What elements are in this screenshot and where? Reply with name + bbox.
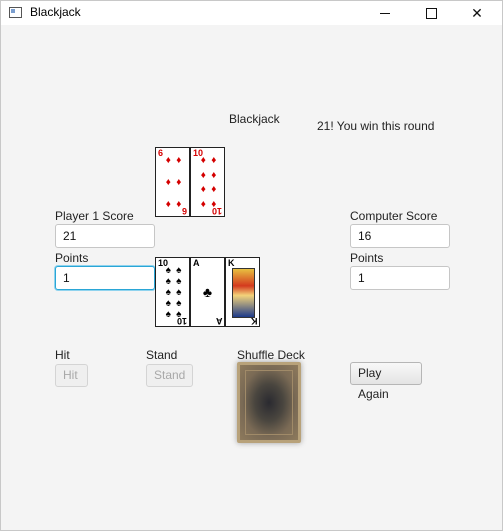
computer-points-field[interactable]: 1 — [350, 266, 450, 290]
pip-icon: ♠ — [165, 287, 171, 298]
stand-button[interactable]: Stand — [146, 364, 193, 387]
card-rank: K — [250, 316, 258, 326]
pip-icon: ♦ — [211, 184, 217, 196]
card-rank: K — [228, 258, 235, 268]
pip-icon: ♠ — [176, 265, 182, 276]
computer-score-label: Computer Score — [350, 209, 438, 223]
stand-label: Stand — [146, 348, 178, 362]
pip-icon: ♠ — [165, 298, 171, 309]
player-card-2: A ♣ A — [190, 257, 225, 327]
player-card-3: K K — [225, 257, 260, 327]
pip-icon: ♦ — [165, 177, 171, 188]
pip-icon: ♠ — [165, 309, 171, 320]
computer-score-field[interactable]: 16 — [350, 224, 450, 248]
card-rank: 6 — [181, 206, 187, 216]
pip-icon: ♠ — [176, 298, 182, 309]
computer-points-label: Points — [350, 251, 384, 265]
player-points-label: Points — [55, 251, 89, 265]
window-title: Blackjack — [30, 5, 81, 19]
player-card-1: 10 ♠ ♠ ♠ ♠ ♠ ♠ ♠ ♠ ♠ ♠ 10 — [155, 257, 190, 327]
pip-icon: ♦ — [200, 155, 206, 166]
pip-icon: ♦ — [165, 155, 171, 166]
app-icon — [9, 7, 22, 18]
card-rank: A — [215, 316, 223, 326]
card-rank: A — [193, 258, 200, 268]
hit-label: Hit — [55, 348, 70, 362]
hit-button[interactable]: Hit — [55, 364, 88, 387]
pip-icon: ♦ — [211, 155, 217, 166]
maximize-icon — [425, 7, 437, 19]
computer-card-2: 10 ♦ ♦ ♦ ♦ ♦ ♦ ♦ ♦ 10 — [190, 147, 225, 217]
app-window: Blackjack ✕ Blackjack 21! You win this r… — [0, 0, 503, 531]
play-again-button[interactable]: Play Again — [350, 362, 422, 401]
close-button[interactable]: ✕ — [454, 1, 500, 25]
club-icon: ♣ — [202, 284, 213, 300]
pip-icon: ♦ — [211, 169, 217, 181]
pip-icon: ♠ — [176, 276, 182, 287]
pip-icon: ♦ — [200, 169, 206, 181]
pip-icon: ♦ — [200, 198, 206, 210]
card-back-icon — [245, 370, 293, 435]
pip-icon: ♦ — [200, 184, 206, 196]
minimize-button[interactable] — [362, 1, 408, 25]
player-score-field[interactable]: 21 — [55, 224, 155, 248]
king-face-image — [232, 268, 255, 318]
card-rank: 10 — [211, 206, 222, 216]
shuffle-deck-label: Shuffle Deck — [237, 348, 305, 362]
title-bar: Blackjack ✕ — [1, 1, 502, 25]
close-icon: ✕ — [471, 4, 483, 21]
round-status: 21! You win this round — [317, 119, 435, 133]
pip-icon: ♠ — [165, 265, 171, 276]
maximize-button[interactable] — [408, 1, 454, 25]
pip-icon: ♦ — [165, 199, 171, 210]
pip-icon: ♦ — [176, 177, 182, 188]
minimize-icon — [380, 12, 390, 14]
pip-icon: ♦ — [176, 199, 182, 210]
pip-icon: ♦ — [176, 155, 182, 166]
game-title: Blackjack — [229, 112, 280, 126]
pip-icon: ♠ — [176, 287, 182, 298]
card-rank: 10 — [176, 316, 187, 326]
player-points-field[interactable]: 1 — [55, 266, 155, 290]
pip-icon: ♠ — [165, 276, 171, 287]
shuffle-deck-button[interactable] — [237, 362, 301, 443]
player-score-label: Player 1 Score — [55, 209, 134, 223]
computer-card-1: 6 ♦ ♦ ♦ ♦ ♦ ♦ 6 — [155, 147, 190, 217]
